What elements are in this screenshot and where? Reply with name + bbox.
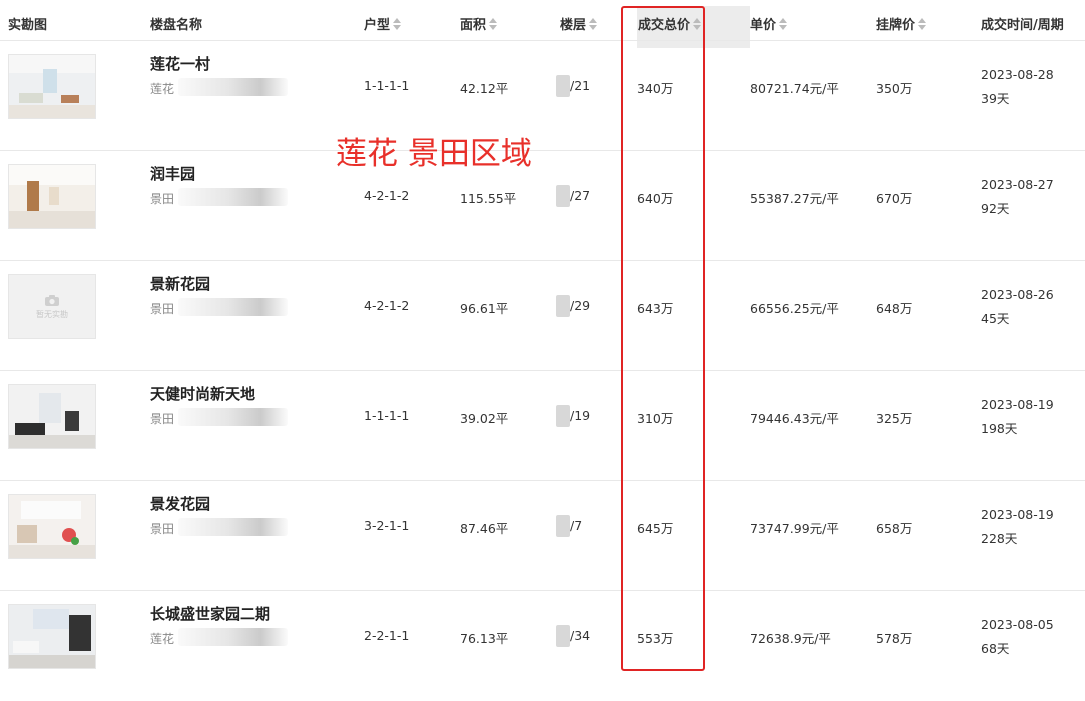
area-value: 96.61平: [460, 301, 509, 316]
table-row[interactable]: 景发花园 景田 3-2-1-1 87.46平 /7 645万 73747.99元…: [0, 480, 1085, 591]
layout-value: 2-2-1-1: [364, 628, 410, 643]
area-value: 87.46平: [460, 521, 509, 536]
redacted-address: [178, 188, 288, 206]
listing-photo[interactable]: [8, 54, 96, 119]
redacted-floor: [556, 405, 570, 427]
redacted-address: [178, 78, 288, 96]
unit-price-value: 80721.74元/平: [750, 81, 839, 96]
table-row[interactable]: 暂无实勘 景新花园 景田 4-2-1-2 96.61平 /29 643万 665…: [0, 260, 1085, 371]
header-area[interactable]: 面积: [460, 14, 498, 33]
list-price-value: 648万: [876, 301, 913, 316]
floor-value: /21: [570, 78, 591, 93]
sort-icon[interactable]: [489, 17, 498, 30]
total-price-highlight-box: [621, 6, 705, 671]
header-deal-time: 成交时间/周期: [981, 18, 1064, 33]
deal-cycle: 39天: [981, 91, 1010, 106]
unit-price-value: 79446.43元/平: [750, 411, 839, 426]
layout-value: 3-2-1-1: [364, 518, 410, 533]
deal-cycle: 228天: [981, 531, 1018, 546]
deal-cycle: 68天: [981, 641, 1010, 656]
deal-date: 2023-08-28: [981, 67, 1054, 82]
redacted-address: [178, 298, 288, 316]
community-name[interactable]: 景发花园: [150, 493, 210, 514]
district-label: 莲花: [150, 82, 175, 96]
community-name[interactable]: 景新花园: [150, 273, 210, 294]
floor-value: /29: [570, 298, 591, 313]
layout-value: 1-1-1-1: [364, 78, 410, 93]
community-name[interactable]: 润丰园: [150, 163, 195, 184]
listing-photo[interactable]: [8, 384, 96, 449]
layout-value: 4-2-1-2: [364, 188, 410, 203]
list-price-value: 578万: [876, 631, 913, 646]
redacted-floor: [556, 75, 570, 97]
district-label: 景田: [150, 412, 175, 426]
table-row[interactable]: 润丰园 景田 4-2-1-2 115.55平 /27 640万 55387.27…: [0, 150, 1085, 261]
no-photo-text: 暂无实勘: [36, 309, 68, 319]
listing-photo-placeholder[interactable]: 暂无实勘: [8, 274, 96, 339]
district-label: 莲花: [150, 632, 175, 646]
area-value: 76.13平: [460, 631, 509, 646]
listing-photo[interactable]: [8, 164, 96, 229]
redacted-floor: [556, 185, 570, 207]
layout-value: 1-1-1-1: [364, 408, 410, 423]
unit-price-value: 55387.27元/平: [750, 191, 839, 206]
deal-date: 2023-08-05: [981, 617, 1054, 632]
unit-price-value: 72638.9元/平: [750, 631, 831, 646]
deal-cycle: 45天: [981, 311, 1010, 326]
deal-date: 2023-08-27: [981, 177, 1054, 192]
listing-photo[interactable]: [8, 494, 96, 559]
sort-icon[interactable]: [918, 17, 927, 30]
floor-value: /34: [570, 628, 591, 643]
header-unit-price[interactable]: 单价: [750, 14, 788, 33]
list-price-value: 658万: [876, 521, 913, 536]
header-photo: 实勘图: [8, 18, 48, 33]
redacted-address: [178, 408, 288, 426]
redacted-address: [178, 518, 288, 536]
area-value: 39.02平: [460, 411, 509, 426]
unit-price-value: 66556.25元/平: [750, 301, 839, 316]
community-name[interactable]: 莲花一村: [150, 53, 210, 74]
table-row[interactable]: 莲花一村 莲花 1-1-1-1 42.12平 /21 340万 80721.74…: [0, 40, 1085, 151]
community-name[interactable]: 天健时尚新天地: [150, 383, 255, 404]
redacted-floor: [556, 515, 570, 537]
floor-value: /27: [570, 188, 591, 203]
header-floor[interactable]: 楼层: [560, 14, 598, 33]
deal-date: 2023-08-26: [981, 287, 1054, 302]
area-value: 115.55平: [460, 191, 517, 206]
district-label: 景田: [150, 192, 175, 206]
list-price-value: 325万: [876, 411, 913, 426]
district-label: 景田: [150, 302, 175, 316]
region-annotation: 莲花 景田区域: [336, 136, 532, 172]
table-row[interactable]: 长城盛世家园二期 莲花 2-2-1-1 76.13平 /34 553万 7263…: [0, 590, 1085, 701]
deal-date: 2023-08-19: [981, 507, 1054, 522]
listing-photo[interactable]: [8, 604, 96, 669]
deal-date: 2023-08-19: [981, 397, 1054, 412]
redacted-address: [178, 628, 288, 646]
deal-cycle: 198天: [981, 421, 1018, 436]
sort-icon[interactable]: [393, 17, 402, 30]
layout-value: 4-2-1-2: [364, 298, 410, 313]
table-row[interactable]: 天健时尚新天地 景田 1-1-1-1 39.02平 /19 310万 79446…: [0, 370, 1085, 481]
camera-icon: [45, 294, 59, 306]
community-name[interactable]: 长城盛世家园二期: [150, 603, 270, 624]
district-label: 景田: [150, 522, 175, 536]
header-layout[interactable]: 户型: [364, 14, 402, 33]
list-price-value: 350万: [876, 81, 913, 96]
deal-cycle: 92天: [981, 201, 1010, 216]
redacted-floor: [556, 625, 570, 647]
list-price-value: 670万: [876, 191, 913, 206]
sort-icon[interactable]: [779, 17, 788, 30]
header-name: 楼盘名称: [150, 18, 203, 33]
header-list-price[interactable]: 挂牌价: [876, 14, 927, 33]
floor-value: /7: [570, 518, 583, 533]
redacted-floor: [556, 295, 570, 317]
area-value: 42.12平: [460, 81, 509, 96]
unit-price-value: 73747.99元/平: [750, 521, 839, 536]
sort-icon[interactable]: [589, 17, 598, 30]
floor-value: /19: [570, 408, 591, 423]
